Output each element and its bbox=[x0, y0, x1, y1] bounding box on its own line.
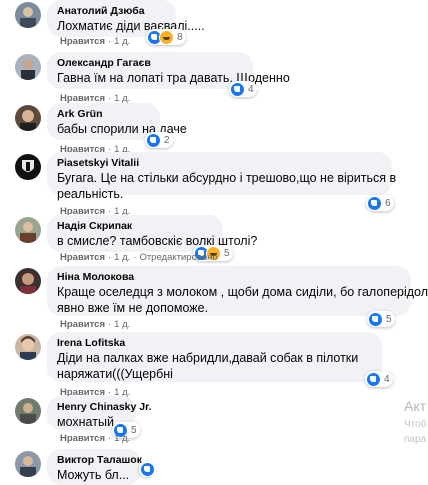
reaction-summary[interactable]: 6 bbox=[366, 195, 394, 211]
like-reaction-icon bbox=[367, 195, 382, 211]
comment-text: Діди на палках вже набридли,давай собак … bbox=[57, 351, 359, 365]
comment-bubble: Ark Grün бабы спорили на даче bbox=[47, 103, 187, 140]
avatar[interactable] bbox=[15, 154, 41, 180]
comment-actions: Нравится · 1 д. bbox=[60, 319, 131, 330]
like-reaction-icon bbox=[366, 371, 381, 387]
comment-actions: Нравится · 1 д. · Отредактировано bbox=[60, 252, 218, 263]
like-reaction-icon bbox=[368, 311, 383, 327]
comment-author[interactable]: Piasetskyi Vitalii bbox=[57, 157, 382, 170]
haha-reaction-icon bbox=[159, 29, 174, 45]
comment-text: бабы спорили на даче bbox=[57, 122, 187, 136]
os-activation-watermark: Акт bbox=[404, 398, 427, 414]
like-button[interactable]: Нравится bbox=[60, 319, 105, 330]
edited-label: Отредактировано bbox=[139, 252, 218, 263]
comment-text: Гавна їм на лопаті тра давать. Щоденно bbox=[57, 71, 290, 85]
comment-author[interactable]: Henry Chinasky Jr. bbox=[57, 401, 152, 414]
reaction-summary[interactable] bbox=[139, 461, 155, 477]
reaction-count: 8 bbox=[177, 31, 183, 43]
reaction-summary[interactable]: 8 bbox=[146, 29, 186, 45]
comment-timestamp[interactable]: 1 д. bbox=[114, 433, 130, 444]
like-reaction-icon bbox=[140, 461, 155, 477]
like-reaction-icon bbox=[146, 132, 161, 148]
reaction-summary[interactable]: 5 bbox=[367, 311, 395, 327]
reaction-count: 5 bbox=[224, 247, 230, 259]
avatar[interactable] bbox=[15, 217, 41, 243]
avatar[interactable] bbox=[15, 451, 41, 477]
comment-author[interactable]: Надія Скрипак bbox=[57, 220, 213, 233]
comment-text: Можуть бл... bbox=[57, 468, 130, 482]
comment-author[interactable]: Irena Lofitska bbox=[57, 337, 372, 350]
reaction-summary[interactable]: 4 bbox=[229, 81, 257, 97]
like-button[interactable]: Нравится bbox=[60, 36, 105, 47]
comment-bubble: Irena Lofitska Діди на палках вже набрид… bbox=[47, 332, 382, 382]
avatar[interactable] bbox=[15, 334, 41, 360]
avatar[interactable] bbox=[15, 2, 41, 28]
reaction-count: 5 bbox=[131, 424, 137, 436]
comment-text: в смисле? тамбовскіє волкі штолі? bbox=[57, 234, 258, 248]
avatar[interactable] bbox=[15, 105, 41, 131]
comment-timestamp[interactable]: 1 д. bbox=[114, 319, 130, 330]
comment-bubble: Piasetskyi Vitalii Бугага. Це на стільки… bbox=[47, 152, 397, 201]
comment-actions: Нравится · 1 д. bbox=[60, 433, 131, 444]
avatar[interactable] bbox=[15, 398, 41, 424]
reaction-count: 2 bbox=[164, 134, 170, 146]
comment-timestamp[interactable]: 1 д. bbox=[114, 252, 130, 263]
comment-author[interactable]: Ніна Молокова bbox=[57, 271, 401, 284]
comment-timestamp[interactable]: 1 д. bbox=[114, 36, 130, 47]
comment-text: Бугага. Це на стільки абсурдно і трешово… bbox=[57, 171, 397, 185]
comment-text-line-2: явно вже їм не допоможе. bbox=[57, 301, 209, 315]
reaction-count: 4 bbox=[384, 373, 390, 385]
comment-author[interactable]: Ark Grün bbox=[57, 108, 150, 121]
comment-bubble: Ніна Молокова Краще оселедця з молоком ,… bbox=[47, 266, 428, 316]
avatar[interactable] bbox=[15, 268, 41, 294]
reaction-summary[interactable]: 4 bbox=[365, 371, 393, 387]
os-activation-watermark-line: Чтоб bbox=[404, 419, 427, 430]
comment-bubble: Виктор Талашок Можуть бл... bbox=[47, 449, 142, 485]
reaction-summary[interactable]: 2 bbox=[145, 132, 173, 148]
like-button[interactable]: Нравится bbox=[60, 433, 105, 444]
comment-author[interactable]: Анатолий Дзюба bbox=[57, 5, 166, 18]
reaction-count: 6 bbox=[385, 197, 391, 209]
reaction-count: 5 bbox=[386, 313, 392, 325]
comment-bubble: Олександр Гагаєв Гавна їм на лопаті тра … bbox=[47, 52, 290, 89]
comment-text: Краще оселедця з молоком , щоби дома сид… bbox=[57, 285, 428, 299]
comment-text-line-2: реальність. bbox=[57, 187, 124, 201]
os-activation-watermark-line: пара bbox=[404, 434, 427, 445]
reaction-count: 4 bbox=[248, 83, 254, 95]
comment-author[interactable]: Виктор Талашок bbox=[57, 454, 142, 467]
avatar[interactable] bbox=[15, 54, 41, 80]
like-button[interactable]: Нравится bbox=[60, 252, 105, 263]
comment-author[interactable]: Олександр Гагаєв bbox=[57, 57, 243, 70]
comment-actions: Нравится · 1 д. bbox=[60, 36, 131, 47]
comment-text-line-2: наряжати(((Ущербні bbox=[57, 367, 173, 381]
like-reaction-icon bbox=[230, 81, 245, 97]
